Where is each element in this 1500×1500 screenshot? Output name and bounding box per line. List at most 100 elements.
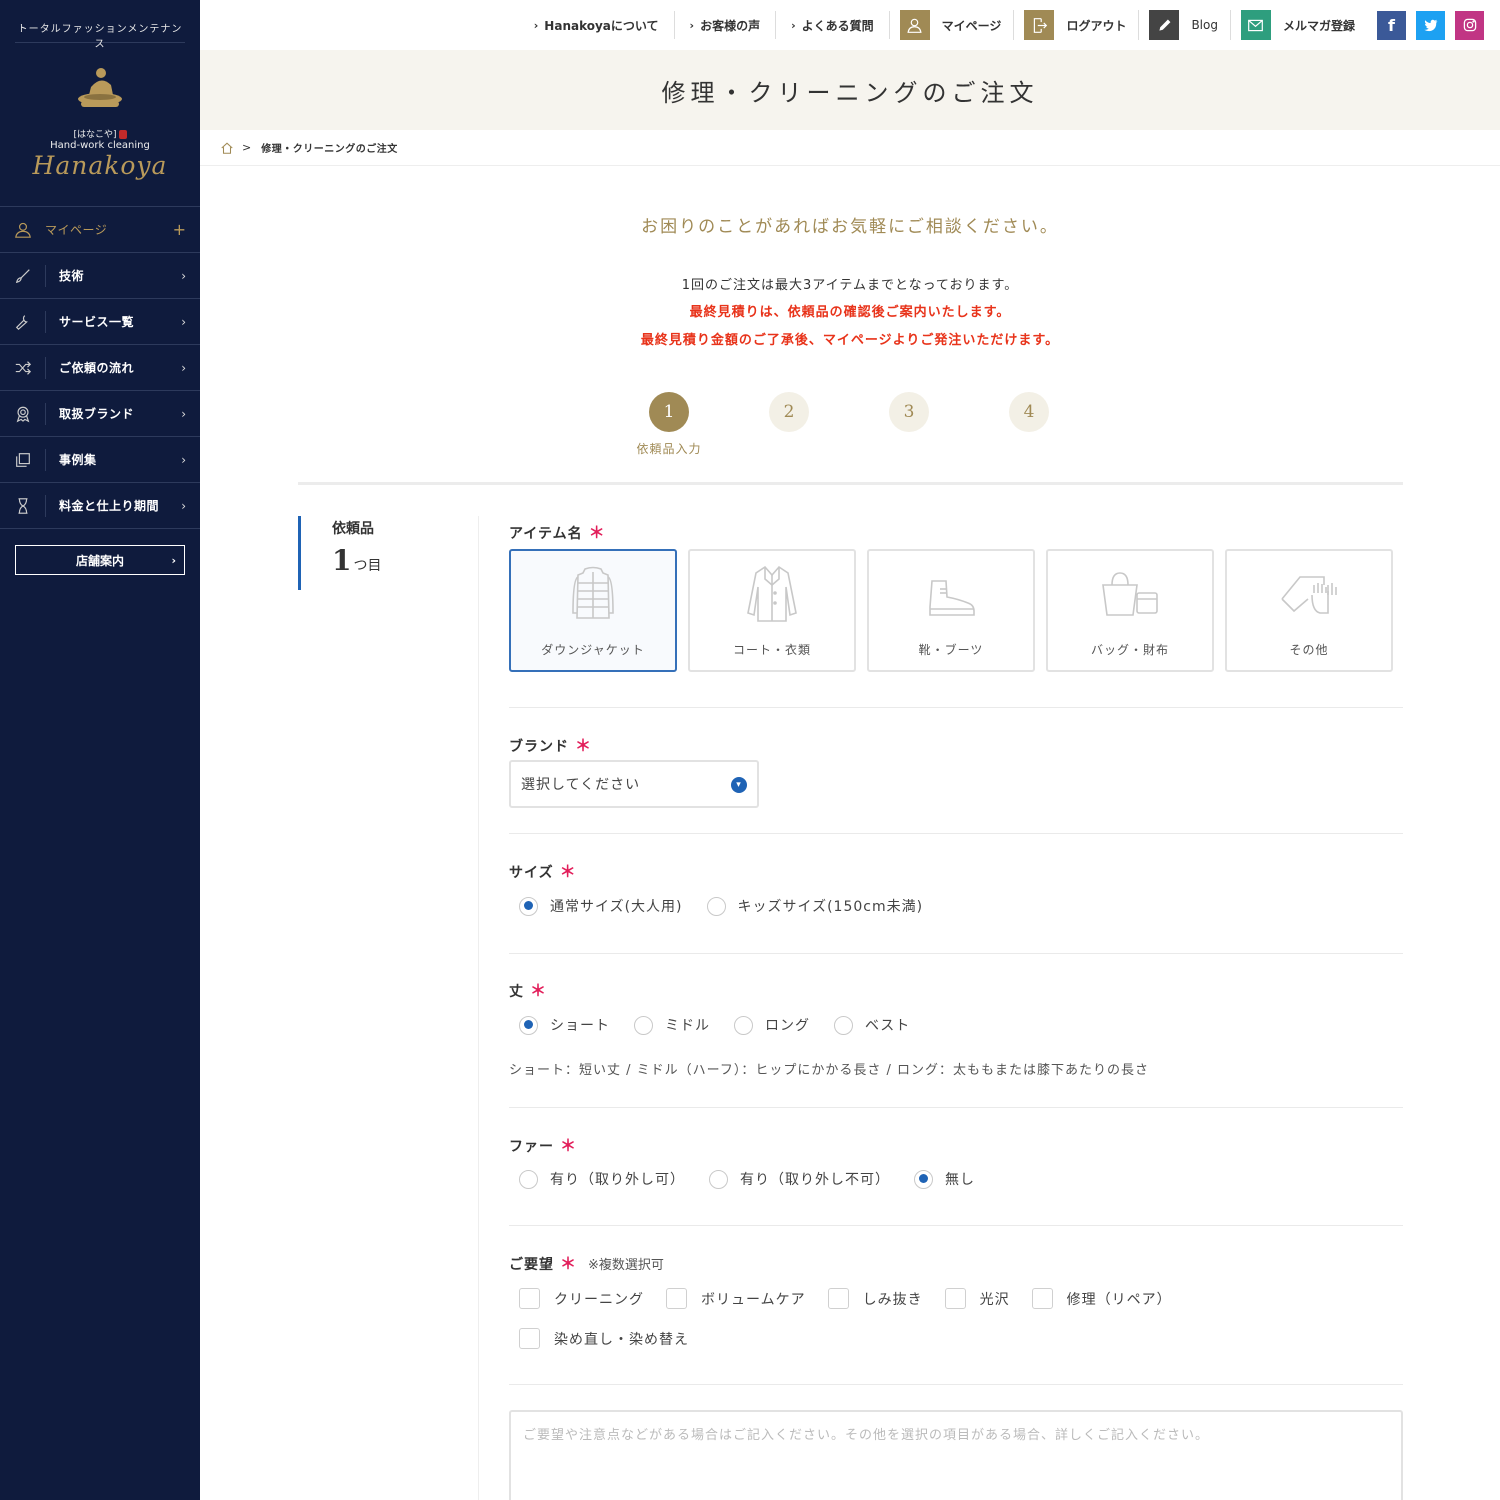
- nav-about-link[interactable]: › Hanakoyaについて: [519, 11, 675, 39]
- chevron-right-icon: ›: [181, 268, 186, 283]
- step-indicator: 1 依頼品入力 2 3 4: [636, 392, 1069, 462]
- logout-icon: [1024, 10, 1055, 40]
- fur-option-removable[interactable]: 有り（取り外し可）: [519, 1169, 685, 1189]
- chevron-right-icon: ›: [181, 314, 186, 329]
- length-option-vest[interactable]: ベスト: [834, 1015, 910, 1035]
- nav-mypage-button[interactable]: マイページ: [890, 10, 1015, 40]
- request-option-volume-care[interactable]: ボリュームケア: [666, 1288, 806, 1309]
- brand-select-value: 選択してください: [521, 777, 641, 793]
- step-2: 2: [769, 392, 809, 432]
- nav-blog-button[interactable]: Blog: [1139, 10, 1231, 40]
- comment-textarea[interactable]: ご要望や注意点などがある場合はご記入ください。その他を選択の項目がある場合、詳し…: [509, 1410, 1403, 1500]
- user-icon: [0, 207, 45, 252]
- down-jacket-icon: [572, 566, 614, 619]
- size-label: サイズ: [509, 865, 554, 881]
- nav-voices-link[interactable]: › お客様の声: [675, 11, 777, 39]
- store-info-button[interactable]: 店舗案内 ›: [15, 545, 185, 575]
- home-icon[interactable]: [220, 141, 234, 155]
- mail-icon: [1240, 10, 1271, 40]
- site-logo[interactable]: [はなこや] Hand-work cleaning Hanakoya: [0, 43, 200, 207]
- nav-faq-link[interactable]: › よくある質問: [776, 11, 890, 39]
- sidebar-item-services[interactable]: サービス一覧 ›: [0, 299, 200, 345]
- request-option-gloss[interactable]: 光沢: [944, 1288, 1010, 1309]
- item-number: 1: [332, 544, 352, 577]
- radio-unchecked: [519, 1169, 538, 1189]
- brand-select[interactable]: 選択してください ▾: [509, 760, 759, 808]
- request-option-stain-removal[interactable]: しみ抜き: [827, 1288, 923, 1309]
- chevron-right-icon: ›: [689, 18, 695, 32]
- step-1: 1: [649, 392, 689, 432]
- length-option-middle[interactable]: ミドル: [634, 1015, 710, 1035]
- item-heading: 依頼品 1 つ目: [298, 516, 448, 590]
- order-limit-note: 1回のご注文は最大3アイテムまでとなっております。: [681, 278, 1019, 293]
- length-option-short[interactable]: ショート: [519, 1015, 610, 1035]
- chevron-down-icon: ▾: [731, 777, 747, 793]
- main-content: お困りのことがあればお気軽にご相談ください。 1回のご注文は最大3アイテムまでと…: [200, 166, 1500, 1500]
- copy-icon: [0, 437, 45, 482]
- step-4: 4: [1009, 392, 1049, 432]
- fur-option-none[interactable]: 無し: [914, 1169, 975, 1189]
- fur-label: ファー: [509, 1139, 554, 1155]
- fur-option-fixed[interactable]: 有り（取り外し不可）: [709, 1169, 890, 1189]
- sidebar-item-mypage[interactable]: マイページ +: [0, 207, 200, 253]
- size-option-regular[interactable]: 通常サイズ(大人用): [519, 896, 683, 916]
- item-option-label: 靴・ブーツ: [918, 643, 984, 657]
- item-option-bag[interactable]: バッグ・財布: [1046, 549, 1214, 672]
- length-options: ショート ミドル ロング ベスト: [519, 1015, 934, 1035]
- checkbox: [519, 1288, 540, 1309]
- item-heading-label: 依頼品: [332, 521, 374, 537]
- size-options: 通常サイズ(大人用) キッズサイズ(150cm未満): [519, 896, 947, 916]
- twitter-icon[interactable]: [1416, 10, 1445, 40]
- size-option-kids[interactable]: キッズサイズ(150cm未満): [706, 896, 924, 916]
- logo-seal-icon: [118, 130, 127, 139]
- sidebar-item-cases[interactable]: 事例集 ›: [0, 437, 200, 483]
- item-option-down-jacket[interactable]: ダウンジャケット: [509, 549, 677, 672]
- radio-unchecked: [734, 1015, 753, 1035]
- item-option-coat[interactable]: コート・衣類: [688, 549, 856, 672]
- bag-icon: [1102, 572, 1158, 616]
- chevron-right-icon: ›: [171, 553, 176, 567]
- user-icon: [899, 10, 930, 40]
- sidebar-item-pricing[interactable]: 料金と仕上り期間 ›: [0, 483, 200, 529]
- radio-checked: [519, 896, 538, 916]
- sidebar-item-flow[interactable]: ご依頼の流れ ›: [0, 345, 200, 391]
- required-mark: ＊: [575, 736, 592, 755]
- request-option-cleaning[interactable]: クリーニング: [519, 1288, 644, 1309]
- store-info-label: 店舗案内: [75, 553, 124, 568]
- required-mark: ＊: [588, 523, 605, 542]
- coat-icon: [747, 565, 797, 622]
- nav-newsletter-button[interactable]: メルマガ登録: [1231, 10, 1367, 40]
- item-option-label: バッグ・財布: [1090, 643, 1169, 657]
- request-option-redye[interactable]: 染め直し・染め替え: [519, 1328, 689, 1349]
- item-option-label: その他: [1289, 643, 1329, 657]
- radio-checked: [914, 1169, 933, 1189]
- radio-unchecked: [634, 1015, 653, 1035]
- brush-icon: [0, 253, 45, 298]
- item-name-label: アイテム名: [509, 526, 583, 542]
- step-3: 3: [889, 392, 929, 432]
- checkbox: [944, 1288, 966, 1309]
- site-tagline: トータルファッションメンテナンス: [15, 0, 185, 50]
- item-option-other[interactable]: その他: [1225, 549, 1393, 672]
- sidebar-item-technology[interactable]: 技術 ›: [0, 253, 200, 299]
- section-divider: [298, 482, 1403, 485]
- sidebar: トータルファッションメンテナンス [はなこや] Hand-work cleani…: [0, 0, 200, 1500]
- nav-logout-button[interactable]: ログアウト: [1014, 10, 1140, 40]
- logo-kana: [はなこや]: [73, 130, 117, 140]
- checkbox: [519, 1328, 540, 1349]
- facebook-icon[interactable]: f: [1377, 10, 1406, 40]
- chevron-right-icon: ›: [791, 18, 796, 32]
- instagram-icon[interactable]: [1455, 10, 1484, 40]
- sidebar-item-brands[interactable]: 取扱ブランド ›: [0, 391, 200, 437]
- length-label: 丈: [509, 984, 524, 1000]
- chevron-right-icon: ›: [181, 498, 186, 513]
- request-options: クリーニング ボリュームケア しみ抜き 光沢 修理（リペア）: [519, 1288, 1194, 1309]
- length-option-long[interactable]: ロング: [734, 1015, 810, 1035]
- sidebar-item-label: マイページ: [45, 223, 108, 237]
- sidebar-item-label: 取扱ブランド: [59, 407, 135, 421]
- column-divider: [478, 516, 479, 1500]
- item-option-shoes[interactable]: 靴・ブーツ: [867, 549, 1035, 672]
- chevron-right-icon: ›: [181, 360, 186, 375]
- required-mark: ＊: [559, 862, 576, 881]
- request-option-repair[interactable]: 修理（リペア）: [1031, 1288, 1172, 1309]
